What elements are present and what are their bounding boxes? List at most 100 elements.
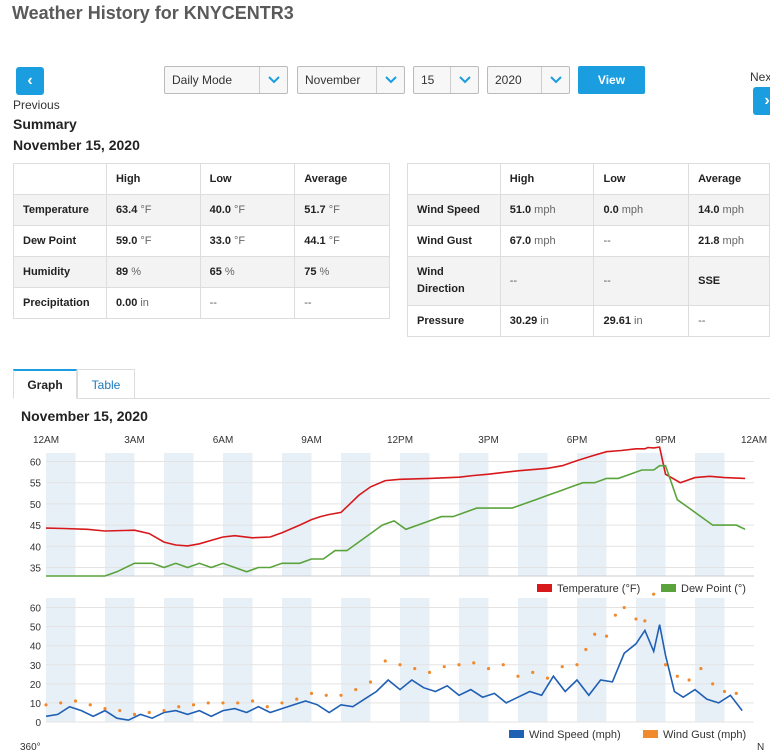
- y-tick-label: 40: [30, 642, 42, 653]
- gust-point: [132, 712, 137, 716]
- table-row: Temperature 63.4 °F 40.0 °F 51.7 °F: [13, 194, 390, 226]
- summary-table-right: High Low Average Wind Speed 51.0 mph 0.0 mph 14.…: [407, 163, 770, 337]
- gust-point: [516, 674, 520, 678]
- gust-point: [309, 691, 314, 695]
- gust-point: [622, 605, 626, 610]
- chevron-down-icon: [541, 67, 569, 93]
- left-cell-low: 65%: [199, 256, 296, 288]
- legend-swatch: [661, 584, 676, 592]
- gust-point: [177, 705, 181, 709]
- x-tick-label: 6AM: [213, 435, 234, 446]
- legend-label: Temperature (°F): [557, 583, 640, 595]
- y-tick-label: 55: [30, 479, 42, 490]
- left-cell-avg: 75%: [294, 256, 390, 288]
- gust-point: [413, 666, 417, 671]
- gust-point: [652, 592, 656, 596]
- gust-point: [687, 678, 691, 682]
- y-tick-label: 40: [30, 542, 42, 553]
- lower-axis-label-right: N: [757, 742, 764, 750]
- gust-point: [339, 693, 343, 697]
- right-row-label: Wind Speed: [407, 194, 501, 226]
- x-tick-label: 9PM: [655, 435, 676, 446]
- next-button[interactable]: ›: [753, 87, 770, 115]
- year-select-value: 2020: [495, 73, 522, 87]
- next-label[interactable]: Next: [750, 70, 770, 84]
- gust-point: [221, 701, 225, 705]
- month-select-value: November: [305, 73, 361, 87]
- right-header-3: Average: [688, 163, 770, 195]
- left-cell-avg: --: [294, 287, 390, 319]
- previous-button[interactable]: ‹: [16, 67, 44, 95]
- left-cell-high: 89%: [105, 256, 201, 288]
- left-header-2: Low: [199, 163, 296, 195]
- y-tick-label: 60: [30, 457, 42, 468]
- gust-point: [147, 710, 151, 715]
- right-header-1: High: [499, 163, 595, 195]
- day-select-value: 15: [421, 73, 435, 87]
- gust-point: [734, 691, 738, 695]
- right-cell-avg: --: [688, 305, 770, 337]
- right-row-label: Pressure: [407, 305, 501, 337]
- gust-point: [44, 703, 48, 707]
- left-cell-low: 33.0 °F: [199, 225, 296, 257]
- right-cell-low: 29.61 in: [593, 305, 690, 337]
- left-cell-high: 63.4 °F: [105, 194, 201, 226]
- right-cell-high: 67.0 mph: [499, 225, 595, 257]
- year-select[interactable]: 2020: [487, 66, 570, 94]
- x-tick-label: 12AM: [33, 435, 59, 446]
- legend-swatch: [537, 584, 552, 592]
- y-tick-label: 10: [30, 699, 42, 710]
- summary-date: November 15, 2020: [13, 137, 140, 153]
- hour-band: [341, 453, 371, 576]
- y-tick-label: 50: [30, 623, 42, 634]
- day-select[interactable]: 15: [413, 66, 479, 94]
- gust-point: [457, 663, 461, 667]
- right-cell-high: --: [499, 256, 595, 306]
- left-row-label: Humidity: [13, 256, 107, 288]
- right-row-label: Wind Gust: [407, 225, 501, 257]
- gust-point: [486, 666, 491, 671]
- right-cell-low: --: [593, 256, 690, 306]
- summary-table-left: High Low Average Temperature 63.4 °F 40.0 °F 51.…: [13, 163, 390, 319]
- gust-point: [613, 613, 617, 617]
- gust-point: [501, 663, 505, 667]
- gust-point: [88, 703, 92, 707]
- right-header-2: Low: [593, 163, 690, 195]
- y-tick-label: 35: [30, 564, 42, 575]
- graph-date: November 15, 2020: [21, 408, 148, 424]
- right-cell-low: --: [593, 225, 690, 257]
- x-tick-label: 12PM: [387, 435, 413, 446]
- previous-label[interactable]: Previous: [13, 98, 60, 112]
- tab-graph[interactable]: Graph: [13, 369, 77, 399]
- table-row: Wind Gust 67.0 mph -- 21.8 mph: [407, 225, 770, 257]
- mode-select-value: Daily Mode: [172, 73, 233, 87]
- gust-point: [442, 665, 446, 669]
- left-cell-avg: 51.7 °F: [294, 194, 390, 226]
- gust-point: [73, 699, 78, 703]
- lower-axis-label: 360°: [20, 742, 41, 750]
- gust-point: [354, 687, 358, 692]
- gust-point: [280, 701, 284, 705]
- gust-point: [383, 659, 387, 663]
- legend-swatch: [509, 730, 524, 738]
- gust-point: [398, 663, 402, 667]
- gust-point: [560, 665, 564, 669]
- gust-point: [191, 703, 196, 707]
- right-cell-avg: SSE: [688, 256, 770, 306]
- tab-table[interactable]: Table: [77, 369, 135, 399]
- gust-point: [236, 701, 240, 705]
- gust-point: [250, 699, 255, 703]
- gust-point: [118, 708, 122, 713]
- left-header-3: Average: [294, 163, 390, 195]
- mode-select[interactable]: Daily Mode: [164, 66, 288, 94]
- gust-point: [427, 670, 432, 674]
- gust-point: [634, 617, 638, 621]
- left-row-label: Precipitation: [13, 287, 107, 319]
- table-row: Dew Point 59.0 °F 33.0 °F 44.1 °F: [13, 225, 390, 257]
- left-header-0: [13, 163, 107, 195]
- month-select[interactable]: November: [297, 66, 405, 94]
- gust-point: [531, 670, 535, 674]
- table-row: Wind Direction -- -- SSE: [407, 256, 770, 306]
- view-button[interactable]: View: [578, 66, 645, 94]
- right-cell-high: 30.29 in: [499, 305, 595, 337]
